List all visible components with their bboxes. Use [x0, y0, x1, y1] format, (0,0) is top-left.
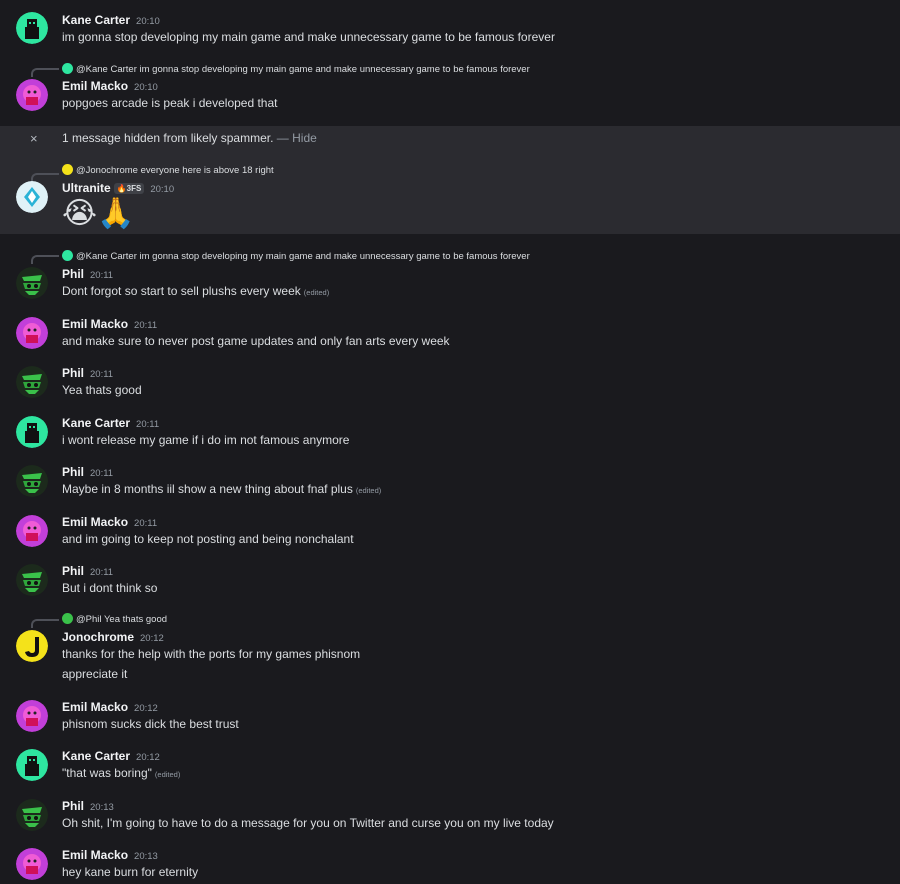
reply-avatar-icon	[62, 63, 73, 74]
message-text: popgoes arcade is peak i developed that	[62, 96, 278, 110]
message-text: hey kane burn for eternity	[62, 865, 199, 879]
timestamp: 20:11	[90, 270, 114, 281]
timestamp: 20:11	[90, 567, 114, 578]
message-text: Oh shit, I'm going to have to do a messa…	[62, 816, 554, 830]
author-name[interactable]: Phil	[62, 366, 84, 380]
timestamp: 20:11	[134, 320, 158, 331]
author-name[interactable]: Phil	[62, 465, 84, 479]
message-text: "that was boring" (edited)	[62, 766, 181, 780]
author-name[interactable]: Phil	[62, 267, 84, 281]
edited-label: (edited)	[303, 288, 330, 297]
author-name[interactable]: Phil	[62, 564, 84, 578]
edited-label: (edited)	[355, 486, 382, 495]
timestamp: 20:10	[136, 16, 160, 27]
message-text: Maybe in 8 months iil show a new thing a…	[62, 482, 382, 496]
message-text: thanks for the help with the ports for m…	[62, 647, 361, 661]
avatar-kane-carter[interactable]	[16, 12, 48, 44]
reply-avatar-icon	[62, 613, 73, 624]
message-text: i wont release my game if i do im not fa…	[62, 433, 350, 447]
avatar-phil[interactable]	[16, 799, 48, 831]
avatar-emil-macko[interactable]	[16, 848, 48, 880]
reply-preview[interactable]: @Kane Carter im gonna stop developing my…	[62, 63, 530, 75]
message-text: Dont forgot so start to sell plushs ever…	[62, 284, 330, 298]
author-name[interactable]: Emil Macko	[62, 317, 128, 331]
author-name[interactable]: Kane Carter	[62, 749, 130, 763]
message-text: and im going to keep not posting and bei…	[62, 532, 354, 546]
timestamp: 20:13	[134, 851, 158, 862]
hidden-notice: 1 message hidden from likely spammer. — …	[62, 131, 317, 145]
avatar-phil[interactable]	[16, 267, 48, 299]
timestamp: 20:13	[90, 802, 114, 813]
timestamp: 20:11	[134, 518, 158, 529]
reply-avatar-icon	[62, 250, 73, 261]
message-text: appreciate it	[62, 667, 128, 681]
message-text: Yea thats good	[62, 383, 142, 397]
reply-preview[interactable]: @Phil Yea thats good	[62, 613, 167, 625]
message-text: But i dont think so	[62, 581, 158, 595]
message-text: and make sure to never post game updates…	[62, 334, 450, 348]
edited-label: (edited)	[154, 770, 181, 779]
avatar-emil-macko[interactable]	[16, 79, 48, 111]
author-name[interactable]: Emil Macko	[62, 700, 128, 714]
hide-link[interactable]: Hide	[292, 131, 317, 145]
emoji-row: 😭🙏	[62, 196, 134, 231]
author-name[interactable]: Emil Macko	[62, 848, 128, 862]
timestamp: 20:11	[136, 419, 160, 430]
timestamp: 20:11	[90, 369, 114, 380]
avatar-emil-macko[interactable]	[16, 700, 48, 732]
author-name[interactable]: Phil	[62, 799, 84, 813]
timestamp: 20:10	[150, 184, 175, 195]
reply-avatar-icon	[62, 164, 73, 175]
author-name[interactable]: Emil Macko	[62, 79, 128, 93]
message-text: phisnom sucks dick the best trust	[62, 717, 239, 731]
timestamp: 20:12	[134, 703, 158, 714]
avatar-emil-macko[interactable]	[16, 317, 48, 349]
author-name[interactable]: Emil Macko	[62, 515, 128, 529]
avatar-phil[interactable]	[16, 564, 48, 596]
timestamp: 20:10	[134, 82, 158, 93]
avatar-emil-macko[interactable]	[16, 515, 48, 547]
author-name[interactable]: Kane Carter	[62, 416, 130, 430]
avatar-jonochrome[interactable]	[16, 630, 48, 662]
clan-badge[interactable]: 🔥3FS	[113, 183, 145, 194]
message-text: im gonna stop developing my main game an…	[62, 30, 555, 44]
avatar-phil[interactable]	[16, 465, 48, 497]
timestamp: 20:11	[90, 468, 114, 479]
author-name[interactable]: Ultranite	[62, 181, 111, 195]
author-name[interactable]: Jonochrome	[62, 630, 134, 644]
timestamp: 20:12	[140, 633, 164, 644]
reply-preview[interactable]: @Jonochrome everyone here is above 18 ri…	[62, 164, 274, 176]
crying-face-icon[interactable]: 😭	[62, 197, 97, 230]
timestamp: 20:12	[136, 752, 160, 763]
close-icon[interactable]: ×	[30, 131, 38, 146]
avatar-phil[interactable]	[16, 366, 48, 398]
author-name[interactable]: Kane Carter	[62, 13, 130, 27]
avatar-ultranite[interactable]	[16, 181, 48, 213]
avatar-kane-carter[interactable]	[16, 749, 48, 781]
folded-hands-icon[interactable]: 🙏	[97, 197, 134, 230]
reply-preview[interactable]: @Kane Carter im gonna stop developing my…	[62, 250, 530, 262]
avatar-kane-carter[interactable]	[16, 416, 48, 448]
